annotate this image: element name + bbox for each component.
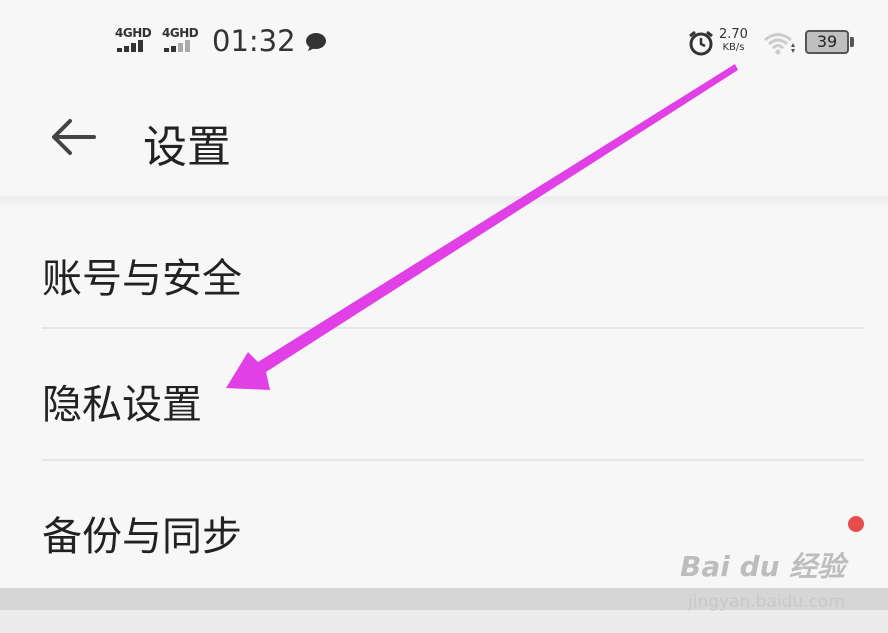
baidu-jingyan-watermark-logo: Bai du 经验: [680, 550, 846, 583]
network-speed-unit: KB/s: [722, 42, 745, 53]
settings-item-label: 隐私设置: [42, 382, 202, 428]
back-arrow-icon[interactable]: [50, 118, 96, 156]
settings-item-privacy[interactable]: 隐私设置: [42, 330, 864, 460]
page-title: 设置: [143, 122, 231, 173]
battery-level: 39: [816, 32, 838, 51]
bottom-area: [0, 610, 888, 633]
network-speed: 2.70 KB/s: [719, 28, 748, 54]
signal-bars-icon: [117, 40, 153, 52]
settings-item-label: 备份与同步: [42, 514, 242, 560]
alarm-clock-icon: [689, 30, 713, 56]
settings-item-account-security[interactable]: 账号与安全: [42, 204, 864, 334]
network-type-label-1: 4GHD: [115, 26, 152, 40]
signal-bars-icon: [164, 40, 200, 52]
network-type-label-2: 4GHD: [162, 26, 199, 40]
divider: [42, 327, 864, 329]
divider: [42, 459, 864, 461]
status-bar: 4GHD 4GHD 01:32 2.70 KB/s 39: [0, 0, 888, 80]
clock-time: 01:32: [212, 24, 296, 58]
wifi-icon: [764, 33, 795, 55]
watermark-url: jingyan.baidu.com: [688, 592, 845, 612]
network-speed-value: 2.70: [719, 27, 748, 42]
message-bubble-icon: [306, 33, 326, 51]
app-header: [0, 80, 888, 196]
settings-item-label: 账号与安全: [42, 256, 242, 302]
notification-dot: [848, 516, 864, 532]
battery-icon: 39: [805, 30, 849, 54]
battery-tip: [850, 37, 854, 47]
